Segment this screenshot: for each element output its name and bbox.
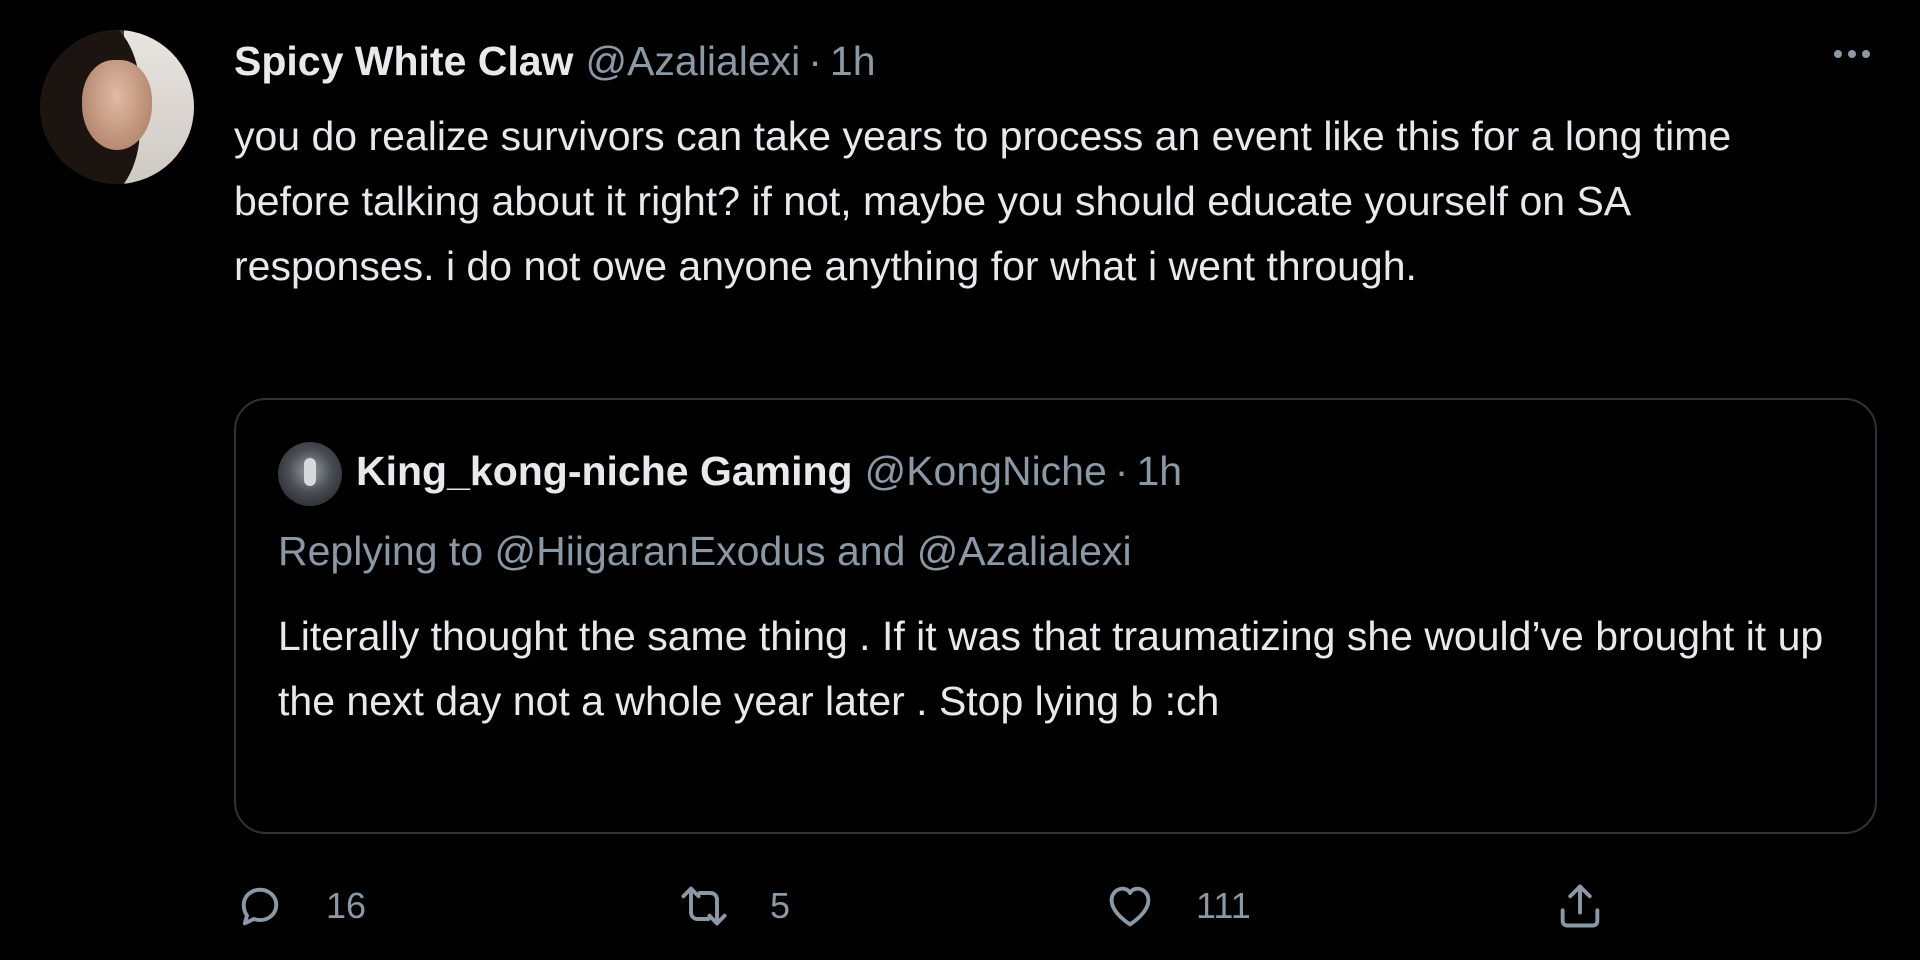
reply-button[interactable]: 16 [234, 880, 366, 932]
like-button[interactable]: 111 [1104, 880, 1251, 932]
tweet-timestamp[interactable]: 1h [830, 38, 876, 85]
retweet-icon [681, 886, 727, 926]
like-count: 111 [1196, 885, 1251, 926]
quoted-author-display-name[interactable]: King_kong-niche Gaming [356, 448, 853, 495]
reply-count: 16 [326, 885, 367, 926]
quoted-author-avatar[interactable] [278, 442, 342, 506]
tweet-header: Spicy White Claw @Azalialexi · 1h [234, 38, 876, 92]
quoted-tweet-header: King_kong-niche Gaming @KongNiche · 1h [356, 448, 1182, 495]
tweet-text: you do realize survivors can take years … [234, 113, 1732, 289]
share-icon [1560, 884, 1600, 928]
quoted-tweet-text: Literally thought the same thing . If it… [278, 613, 1824, 724]
more-dot [1834, 50, 1842, 58]
quoted-tweet-timestamp[interactable]: 1h [1136, 448, 1182, 495]
reply-icon [241, 887, 279, 926]
tweet-actions: 16 5 111 [234, 880, 1634, 936]
retweet-count: 5 [770, 885, 791, 926]
heart-icon [1109, 886, 1151, 927]
quoted-header-separator: · [1114, 448, 1129, 494]
tweet-card[interactable]: Spicy White Claw @Azalialexi · 1h you do… [0, 0, 1920, 960]
header-separator: · [808, 38, 822, 84]
more-options-icon[interactable] [1834, 50, 1870, 58]
quoted-author-handle[interactable]: @KongNiche [865, 448, 1107, 495]
avatar-face [82, 60, 152, 150]
more-dot [1862, 50, 1870, 58]
replying-to-label: Replying to @HiigaranExodus and @Azalial… [278, 528, 1132, 574]
author-display-name[interactable]: Spicy White Claw [234, 38, 573, 85]
more-dot [1848, 50, 1856, 58]
quoted-tweet[interactable]: King_kong-niche Gaming @KongNiche · 1h R… [234, 398, 1877, 834]
author-handle[interactable]: @Azalialexi [585, 38, 800, 85]
author-avatar[interactable] [40, 30, 194, 184]
share-button[interactable] [1554, 880, 1606, 932]
retweet-button[interactable]: 5 [678, 880, 790, 932]
